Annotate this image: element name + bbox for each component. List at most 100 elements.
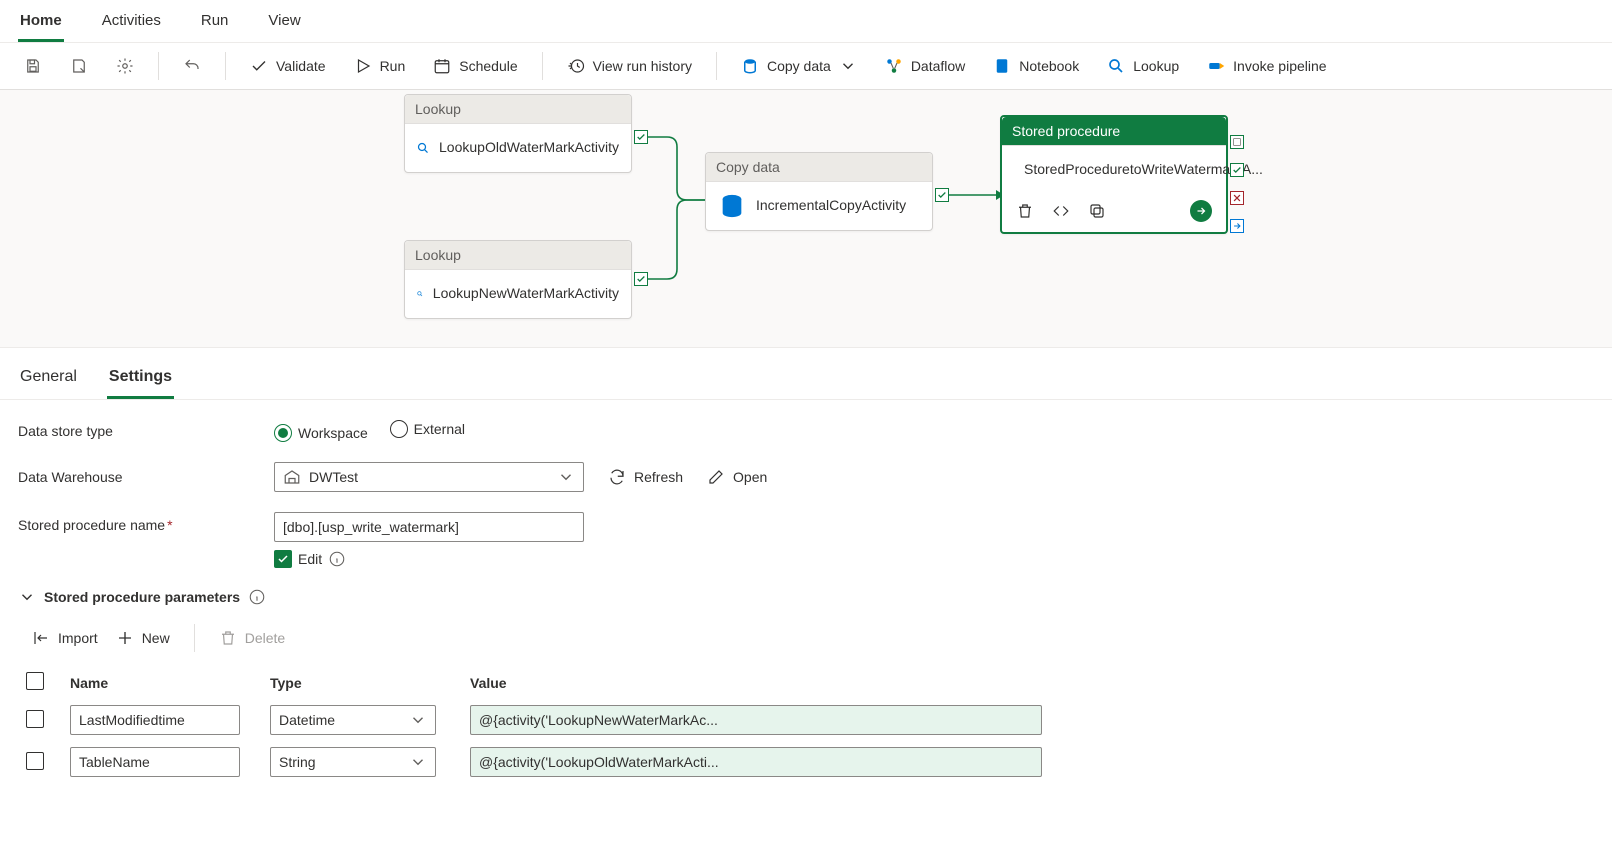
delete-label: Delete (245, 630, 285, 646)
col-name: Name (62, 666, 262, 699)
history-icon (567, 57, 585, 75)
schedule-label: Schedule (459, 58, 517, 74)
activity-name: StoredProceduretoWriteWatermarkA... (1024, 161, 1263, 179)
col-type: Type (262, 666, 462, 699)
output-port-skip[interactable] (1230, 219, 1244, 233)
trash-icon[interactable] (1016, 202, 1034, 220)
view-run-history-button[interactable]: View run history (557, 51, 702, 81)
pipeline-canvas[interactable]: Lookup LookupOldWaterMarkActivity Lookup… (0, 90, 1612, 348)
validate-button[interactable]: Validate (240, 51, 336, 81)
import-button[interactable]: Import (32, 629, 98, 647)
edit-checkbox[interactable] (274, 550, 292, 568)
activity-incremental-copy[interactable]: Copy data IncrementalCopyActivity (705, 152, 933, 231)
data-warehouse-select[interactable]: DWTest (274, 462, 584, 492)
play-icon (354, 57, 372, 75)
save-as-button[interactable] (60, 51, 98, 81)
warehouse-icon (283, 468, 301, 486)
settings-button[interactable] (106, 51, 144, 81)
tab-activities[interactable]: Activities (100, 6, 163, 42)
radio-external-label: External (414, 421, 465, 437)
row-checkbox[interactable] (26, 710, 44, 728)
param-name-input[interactable]: TableName (70, 747, 240, 777)
param-value-input[interactable]: @{activity('LookupOldWaterMarkActi... (470, 747, 1042, 777)
save-icon (24, 57, 42, 75)
chevron-down-icon (18, 588, 36, 606)
invoke-pipeline-button[interactable]: Invoke pipeline (1197, 51, 1336, 81)
dataflow-button[interactable]: Dataflow (875, 51, 975, 81)
activity-type: Copy data (706, 153, 932, 182)
copy-data-button[interactable]: Copy data (731, 51, 867, 81)
save-as-icon (70, 57, 88, 75)
output-port-success[interactable] (634, 130, 648, 144)
output-port-success[interactable] (935, 188, 949, 202)
radio-workspace-label: Workspace (298, 425, 368, 441)
output-port-fail[interactable] (1230, 191, 1244, 205)
param-type-select[interactable]: Datetime (270, 705, 436, 735)
info-icon[interactable] (328, 550, 346, 568)
notebook-button[interactable]: Notebook (983, 51, 1089, 81)
lookup-label: Lookup (1133, 58, 1179, 74)
params-collapser[interactable]: Stored procedure parameters (18, 588, 1594, 606)
search-icon (1107, 57, 1125, 75)
open-button[interactable]: Open (707, 468, 767, 486)
save-button[interactable] (14, 51, 52, 81)
calendar-icon (433, 57, 451, 75)
panel-tab-settings[interactable]: Settings (107, 362, 174, 399)
new-label: New (142, 630, 170, 646)
activity-type: Stored procedure (1002, 117, 1226, 146)
code-icon[interactable] (1052, 202, 1070, 220)
delete-button[interactable]: Delete (219, 629, 285, 647)
param-row: LastModifiedtime Datetime @{activity('Lo… (18, 699, 1268, 741)
refresh-label: Refresh (634, 469, 683, 485)
run-button[interactable]: Run (344, 51, 416, 81)
dataflow-icon (885, 57, 903, 75)
edit-icon (707, 468, 725, 486)
refresh-button[interactable]: Refresh (608, 468, 683, 486)
output-port-success[interactable] (634, 272, 648, 286)
search-icon (417, 280, 423, 308)
import-icon (32, 629, 50, 647)
param-type-select[interactable]: String (270, 747, 436, 777)
params-header-label: Stored procedure parameters (44, 589, 240, 605)
trash-icon (219, 629, 237, 647)
chevron-down-icon (557, 468, 575, 486)
undo-button[interactable] (173, 51, 211, 81)
param-row: TableName String @{activity('LookupOldWa… (18, 741, 1268, 783)
select-all-checkbox[interactable] (26, 672, 44, 690)
panel-tab-general[interactable]: General (18, 362, 79, 399)
check-icon (250, 57, 268, 75)
notebook-icon (993, 57, 1011, 75)
radio-external[interactable]: External (390, 420, 465, 438)
copy-icon[interactable] (1088, 202, 1106, 220)
row-checkbox[interactable] (26, 752, 44, 770)
chevron-down-icon (409, 711, 427, 729)
data-store-type-label: Data store type (18, 423, 250, 439)
sp-name-label: Stored procedure name* (18, 512, 250, 533)
separator (225, 52, 226, 80)
activity-type: Lookup (405, 241, 631, 270)
tab-run[interactable]: Run (199, 6, 231, 42)
data-warehouse-label: Data Warehouse (18, 469, 250, 485)
activity-lookup-old-watermark[interactable]: Lookup LookupOldWaterMarkActivity (404, 94, 632, 173)
param-value-input[interactable]: @{activity('LookupNewWaterMarkAc... (470, 705, 1042, 735)
dataflow-label: Dataflow (911, 58, 965, 74)
activity-stored-procedure[interactable]: Stored procedure StoredProceduretoWriteW… (1000, 115, 1228, 234)
tab-home[interactable]: Home (18, 6, 64, 42)
activity-lookup-new-watermark[interactable]: Lookup LookupNewWaterMarkActivity (404, 240, 632, 319)
view-run-history-label: View run history (593, 58, 692, 74)
output-port[interactable] (1230, 135, 1244, 149)
separator (716, 52, 717, 80)
param-name-input[interactable]: LastModifiedtime (70, 705, 240, 735)
run-activity-button[interactable] (1190, 200, 1212, 222)
lookup-button[interactable]: Lookup (1097, 51, 1189, 81)
output-port-success[interactable] (1230, 163, 1244, 177)
schedule-button[interactable]: Schedule (423, 51, 527, 81)
tab-view[interactable]: View (266, 6, 302, 42)
new-button[interactable]: New (116, 629, 170, 647)
info-icon[interactable] (248, 588, 266, 606)
sp-name-input[interactable]: [dbo].[usp_write_watermark] (274, 512, 584, 542)
activity-name: LookupOldWaterMarkActivity (439, 139, 619, 157)
activity-name: LookupNewWaterMarkActivity (433, 285, 619, 303)
radio-workspace[interactable]: Workspace (274, 424, 368, 442)
activity-name: IncrementalCopyActivity (756, 197, 906, 215)
